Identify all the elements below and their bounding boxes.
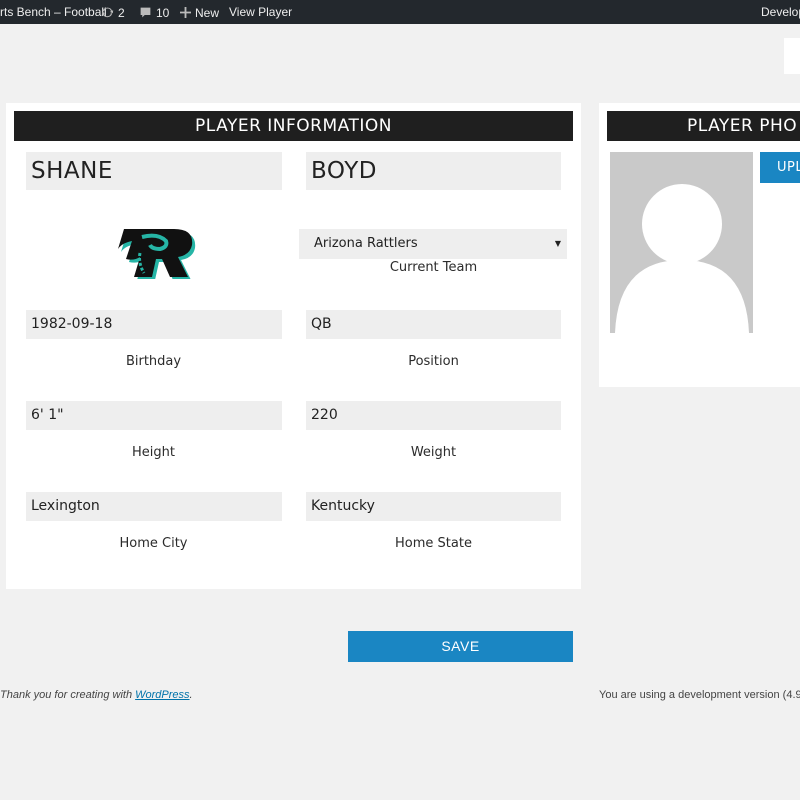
home-state-label: Home State [395, 536, 472, 551]
last-name-field[interactable]: BOYD [306, 152, 561, 190]
player-information-header: PLAYER INFORMATION [14, 111, 573, 141]
height-label: Height [132, 445, 175, 460]
footer-version: You are using a development version (4.9… [599, 689, 800, 701]
current-team-select[interactable]: Arizona Rattlers ▼ [299, 229, 567, 259]
admin-bar: rts Bench – Football 2 10 New View Playe… [0, 0, 800, 24]
wordpress-link[interactable]: WordPress [135, 689, 189, 701]
updates-icon [101, 7, 114, 18]
home-city-field[interactable]: Lexington [26, 492, 282, 521]
player-photo-header: PLAYER PHO [607, 111, 800, 141]
new-label: New [195, 5, 220, 20]
comments-count: 10 [156, 5, 170, 20]
current-team-selected: Arizona Rattlers [314, 236, 418, 251]
footer-thanks-text: Thank you for creating with [0, 689, 136, 701]
birthday-field[interactable]: 1982-09-18 [26, 310, 282, 339]
comments-link[interactable]: 10 [139, 0, 169, 24]
first-name-field[interactable]: SHANE [26, 152, 282, 190]
updates-link[interactable]: 2 [101, 0, 125, 24]
weight-label: Weight [410, 445, 457, 460]
home-state-field[interactable]: Kentucky [306, 492, 561, 521]
chevron-down-icon: ▼ [554, 239, 561, 248]
site-name-link[interactable]: rts Bench – Football [0, 0, 107, 24]
player-information-panel: PLAYER INFORMATION SHANE BOYD Arizona Ra… [6, 103, 581, 589]
team-logo-image [118, 229, 196, 279]
position-field[interactable]: QB [306, 310, 561, 339]
avatar-placeholder-image [610, 152, 753, 333]
screen-options-tab[interactable] [784, 38, 800, 74]
home-city-label: Home City [119, 536, 188, 551]
person-silhouette-icon [615, 184, 749, 333]
height-field[interactable]: 6' 1" [26, 401, 282, 430]
position-label: Position [408, 354, 459, 369]
save-button[interactable]: SAVE [348, 631, 573, 662]
comment-icon [140, 7, 151, 18]
weight-field[interactable]: 220 [306, 401, 561, 430]
footer-thanks: Thank you for creating with WordPress. [0, 689, 193, 701]
birthday-label: Birthday [125, 354, 182, 369]
new-content-link[interactable]: New [180, 0, 219, 24]
developer-link[interactable]: Develope [761, 0, 800, 24]
current-team-label: Current Team [389, 260, 478, 275]
upload-photo-button[interactable]: UPL [760, 152, 800, 183]
view-player-link[interactable]: View Player [229, 0, 292, 24]
player-photo-panel: PLAYER PHO UPL [599, 103, 800, 387]
footer-thanks-suffix: . [189, 689, 193, 701]
updates-count: 2 [118, 5, 125, 20]
plus-icon [180, 7, 191, 19]
